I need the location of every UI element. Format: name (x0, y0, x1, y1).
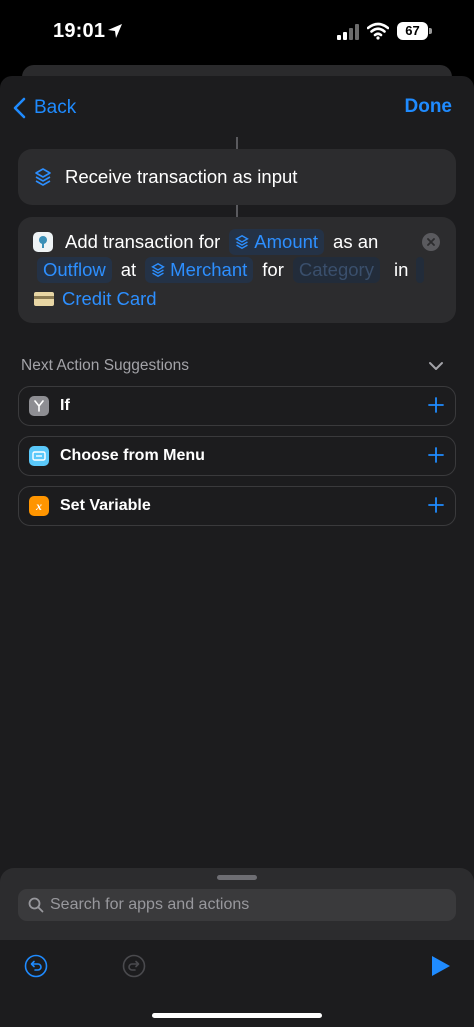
shortcut-input-icon (35, 168, 51, 186)
variable-icon: x (29, 496, 49, 516)
action-receive-transaction[interactable]: Receive transaction as input (18, 149, 456, 205)
suggestions-title: Next Action Suggestions (21, 357, 190, 374)
remove-action-button[interactable] (422, 233, 440, 251)
suggestion-label: If (60, 397, 70, 414)
account-token[interactable]: Credit Card (62, 286, 163, 312)
action-label: Receive transaction as input (65, 166, 298, 187)
panel-grabber[interactable] (217, 875, 257, 880)
if-icon (29, 396, 49, 416)
menu-icon (29, 446, 49, 466)
search-input[interactable]: Search for apps and actions (18, 889, 456, 921)
shortcut-input-icon (235, 235, 250, 249)
action-text: as an (333, 231, 379, 252)
suggestion-choose-from-menu[interactable]: Choose from Menu (18, 436, 456, 476)
action-line: Outflow at Merchant for Category in (37, 256, 425, 284)
outflow-label: Outflow (43, 259, 106, 280)
battery-level: 67 (397, 22, 428, 40)
wifi-icon (367, 22, 389, 40)
budget-app-icon (33, 232, 53, 252)
plus-icon[interactable] (428, 397, 444, 413)
undo-icon[interactable] (24, 954, 48, 978)
chevron-left-icon (13, 97, 26, 119)
search-placeholder: Search for apps and actions (50, 896, 250, 913)
suggestion-if[interactable]: If (18, 386, 456, 426)
action-line: Add transaction for Amount as an (33, 228, 378, 256)
account-token-start (416, 257, 425, 283)
suggestion-label: Choose from Menu (60, 447, 205, 464)
category-token[interactable]: Category (292, 257, 380, 283)
home-indicator (152, 1013, 322, 1018)
credit-card-icon (34, 292, 54, 306)
location-arrow-icon (108, 24, 122, 38)
amount-label: Amount (254, 231, 319, 252)
done-button[interactable]: Done (405, 96, 453, 118)
plus-icon[interactable] (428, 447, 444, 463)
action-text: Add transaction for (65, 231, 221, 252)
plus-icon[interactable] (428, 497, 444, 513)
merchant-token[interactable]: Merchant (145, 257, 254, 283)
search-icon (28, 897, 44, 913)
back-label: Back (34, 97, 77, 118)
battery-icon: 67 (397, 22, 433, 40)
close-icon (427, 238, 435, 246)
amount-token[interactable]: Amount (229, 229, 325, 255)
action-text: for (262, 259, 284, 280)
account-label: Credit Card (62, 288, 157, 309)
back-button[interactable]: Back (12, 94, 76, 122)
shortcut-input-icon (151, 263, 166, 277)
play-icon[interactable] (428, 954, 452, 978)
status-bar: 19:01 67 (0, 0, 474, 64)
action-line: Credit Card (34, 285, 163, 313)
action-text: at (120, 259, 137, 280)
chevron-down-icon[interactable] (428, 358, 444, 374)
cellular-signal-icon (337, 24, 359, 40)
redo-icon[interactable] (122, 954, 146, 978)
suggestion-label: Set Variable (60, 497, 151, 514)
suggestion-set-variable[interactable]: x Set Variable (18, 486, 456, 526)
action-text: in (393, 259, 409, 280)
status-time: 19:01 (53, 20, 106, 42)
outflow-token[interactable]: Outflow (37, 257, 112, 283)
connector-line (236, 137, 238, 149)
action-add-transaction[interactable]: Add transaction for Amount as an Outflow… (18, 217, 456, 323)
merchant-label: Merchant (170, 259, 248, 280)
connector-line (236, 205, 238, 217)
category-label: Category (298, 259, 374, 280)
